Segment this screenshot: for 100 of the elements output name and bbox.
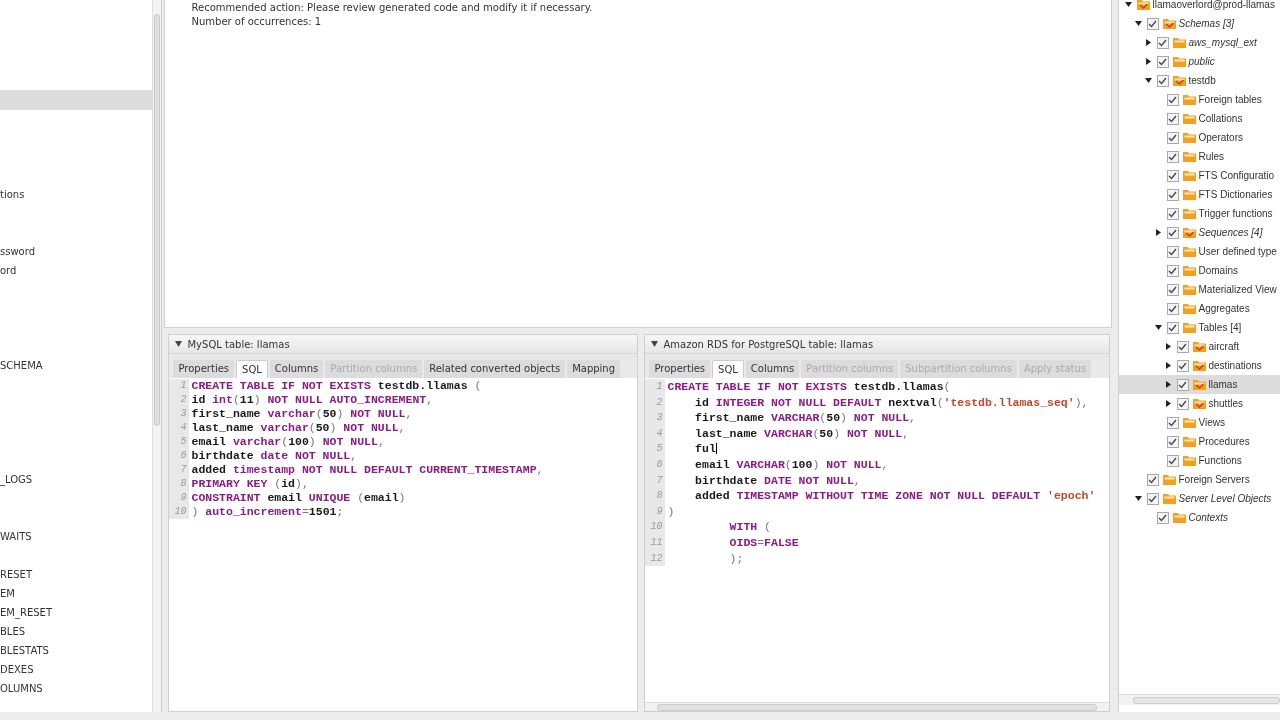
tree-item-label[interactable]: Views: [1198, 417, 1225, 428]
tree-item[interactable]: RESET: [0, 565, 33, 584]
checkbox[interactable]: [1166, 169, 1179, 182]
tree-item-label[interactable]: Aggregates: [1198, 303, 1250, 314]
checkbox[interactable]: [1166, 454, 1179, 467]
line-number: 1: [645, 379, 666, 395]
tree-item-label[interactable]: Procedures: [1198, 436, 1250, 447]
tree-item-label[interactable]: Domains: [1198, 265, 1238, 276]
tree-item-label[interactable]: Foreign Servers: [1178, 474, 1250, 485]
tab[interactable]: Properties: [649, 360, 711, 378]
horizontal-scrollbar[interactable]: [1118, 694, 1280, 705]
pane-header[interactable]: Amazon RDS for PostgreSQL table: llamas: [645, 335, 1110, 354]
checkbox[interactable]: [1146, 473, 1159, 486]
tree-item[interactable]: tions: [0, 185, 25, 204]
tree-item-label[interactable]: User defined type: [1198, 246, 1277, 257]
tab[interactable]: Related converted objects: [424, 360, 566, 378]
tree-item[interactable]: ord: [0, 261, 17, 280]
tree-item[interactable]: BLES: [0, 622, 26, 641]
tree-item[interactable]: DEXES: [0, 660, 34, 679]
code-line: ful: [694, 441, 717, 457]
checkbox[interactable]: [1156, 36, 1169, 49]
tree-item-label[interactable]: FTS Dictionaries: [1198, 189, 1273, 200]
tree-item-label[interactable]: Rules: [1198, 151, 1225, 162]
tree-item-label[interactable]: aws_mysql_ext: [1188, 37, 1257, 48]
checkbox[interactable]: [1166, 302, 1179, 315]
tree-item[interactable]: _LOGS: [0, 470, 33, 489]
tree-item-label[interactable]: Collations: [1198, 113, 1243, 124]
checkbox[interactable]: [1176, 359, 1189, 372]
collapse-triangle-icon[interactable]: [651, 341, 659, 347]
checkbox[interactable]: [1146, 492, 1159, 505]
checkbox[interactable]: [1156, 74, 1169, 87]
checkbox[interactable]: [1166, 93, 1179, 106]
checkbox[interactable]: [1166, 245, 1179, 258]
expander-triangle-icon[interactable]: [1164, 381, 1172, 388]
expander-triangle-icon[interactable]: [1144, 77, 1152, 84]
checkbox[interactable]: [1166, 207, 1179, 220]
code-line: id INTEGER NOT NULL DEFAULT nextval('testdb.llamas_seq'),: [694, 394, 1089, 411]
expander-triangle-icon[interactable]: [1164, 400, 1172, 407]
checkbox[interactable]: [1176, 378, 1189, 391]
line-number: 2: [169, 393, 190, 407]
checkbox[interactable]: [1166, 150, 1179, 163]
tree-item[interactable]: EM: [0, 584, 15, 603]
tree-item-label[interactable]: Sequences [4]: [1198, 227, 1263, 238]
checkbox[interactable]: [1146, 17, 1159, 30]
tab[interactable]: Columns: [269, 360, 324, 378]
checkbox[interactable]: [1156, 55, 1169, 68]
collapse-triangle-icon[interactable]: [175, 341, 183, 347]
expander-triangle-icon[interactable]: [1144, 39, 1152, 46]
tree-item-label[interactable]: Tables [4]: [1198, 322, 1242, 333]
checkbox[interactable]: [1166, 283, 1179, 296]
vertical-scrollbar[interactable]: [151, 0, 163, 712]
tree-item-label[interactable]: FTS Configuratio: [1198, 170, 1275, 181]
tree-item[interactable]: OLUMNS: [0, 679, 43, 698]
expander-triangle-icon[interactable]: [1124, 1, 1132, 8]
code-line: last_name VARCHAR(50) NOT NULL,: [694, 425, 910, 442]
checkbox[interactable]: [1166, 112, 1179, 125]
tree-item-label[interactable]: Server Level Objects: [1178, 493, 1272, 504]
tree-item-label[interactable]: aircraft: [1208, 341, 1240, 352]
tree-item[interactable]: ssword: [0, 242, 35, 261]
checkbox[interactable]: [1166, 226, 1179, 239]
checkbox[interactable]: [1176, 397, 1189, 410]
tab[interactable]: Properties: [173, 360, 235, 378]
tree-item-label[interactable]: Trigger functions: [1198, 208, 1273, 219]
expander-triangle-icon[interactable]: [1144, 58, 1152, 65]
checkbox[interactable]: [1176, 340, 1189, 353]
expander-triangle-icon[interactable]: [1164, 343, 1172, 350]
tree-item-label[interactable]: public: [1188, 56, 1215, 67]
checkbox[interactable]: [1166, 416, 1179, 429]
horizontal-scrollbar[interactable]: [645, 702, 1110, 711]
expander-triangle-icon[interactable]: [1154, 229, 1162, 236]
tree-item-label[interactable]: llamaoverlord@prod-llamas: [1152, 0, 1275, 10]
pane-header[interactable]: MySQL table: llamas: [169, 335, 638, 354]
checkbox[interactable]: [1166, 264, 1179, 277]
expander-triangle-icon[interactable]: [1154, 324, 1162, 331]
tree-item-label[interactable]: destinations: [1208, 360, 1262, 371]
tree-item-label[interactable]: Foreign tables: [1198, 94, 1262, 105]
tree-item-label[interactable]: Functions: [1198, 455, 1242, 466]
tree-item[interactable]: SCHEMA: [0, 356, 43, 375]
tree-item-label[interactable]: Materialized View: [1198, 284, 1277, 295]
checkbox[interactable]: [1156, 511, 1169, 524]
checkbox[interactable]: [1166, 321, 1179, 334]
tab[interactable]: Mapping: [567, 360, 621, 378]
tree-item-label[interactable]: shuttles: [1208, 398, 1243, 409]
tree-item-label[interactable]: testdb: [1188, 75, 1216, 86]
tree-item[interactable]: BLESTATS: [0, 641, 49, 660]
tree-item-label[interactable]: Schemas [3]: [1178, 18, 1235, 29]
checkbox[interactable]: [1166, 188, 1179, 201]
tree-item[interactable]: WAITS: [0, 527, 32, 546]
expander-triangle-icon[interactable]: [1134, 495, 1142, 502]
tree-item-label[interactable]: llamas: [1208, 379, 1238, 390]
code-line: CREATE TABLE IF NOT EXISTS testdb.llamas(: [666, 379, 951, 395]
tree-item-label[interactable]: Contexts: [1188, 512, 1228, 523]
checkbox[interactable]: [1166, 131, 1179, 144]
line-number: 8: [645, 488, 666, 504]
expander-triangle-icon[interactable]: [1164, 362, 1172, 369]
checkbox[interactable]: [1166, 435, 1179, 448]
tree-item[interactable]: EM_RESET: [0, 603, 52, 622]
tab[interactable]: Columns: [745, 360, 800, 378]
expander-triangle-icon[interactable]: [1134, 20, 1142, 27]
tree-item-label[interactable]: Operators: [1198, 132, 1243, 143]
